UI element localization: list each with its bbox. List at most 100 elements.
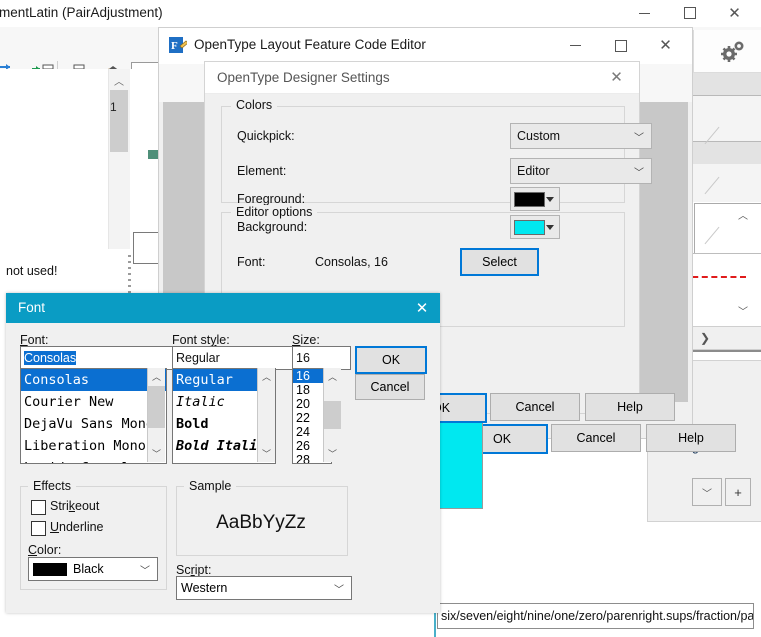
font-style-scrollbar[interactable]: ︿ ﹀ <box>257 368 275 462</box>
font-name-value: Consolas <box>24 351 77 365</box>
scroll-up-icon[interactable]: ︿ <box>324 368 341 385</box>
foreground-label: Foreground: <box>237 192 306 206</box>
right-dropdown[interactable]: ﹀ <box>692 478 722 506</box>
scrollbar-thumb[interactable] <box>324 401 341 429</box>
sample-preview-text: AaBbYyZz <box>216 512 306 533</box>
foreground-color-button[interactable] <box>510 187 560 211</box>
close-icon: ✕ <box>415 299 429 317</box>
font-list[interactable]: Consolas Courier New DejaVu Sans Mono Li… <box>20 368 167 464</box>
font-dialog-cancel-button[interactable]: Cancel <box>355 374 425 400</box>
app-minimize-button[interactable] <box>622 0 667 26</box>
color-dropdown[interactable]: Black ﹀ <box>28 557 158 581</box>
effects-group-label: Effects <box>28 479 76 493</box>
font-list-scrollbar[interactable]: ︿ ﹀ <box>147 368 165 462</box>
code-editor-cancel-button[interactable]: Cancel <box>551 424 641 452</box>
element-value: Editor <box>517 164 550 178</box>
close-icon: ✕ <box>659 36 672 54</box>
editor-font-label: Font: <box>237 255 266 269</box>
foreground-color-swatch <box>514 191 545 207</box>
code-editor-title-bar: F OpenType Layout Feature Code Editor ✕ <box>159 28 692 64</box>
list-item[interactable]: Liberation Mono <box>21 435 166 457</box>
scrollbar-thumb[interactable] <box>148 386 165 428</box>
color-swatch <box>33 562 67 576</box>
app-close-button[interactable]: ✕ <box>712 0 757 26</box>
script-label: Script: <box>176 563 212 577</box>
code-editor-minimize-button[interactable] <box>553 28 598 63</box>
svg-text:F: F <box>171 40 178 52</box>
font-name-input[interactable]: Consolas <box>20 346 187 370</box>
minimize-icon <box>639 12 650 14</box>
chevron-down-icon <box>546 196 554 202</box>
scroll-up-icon[interactable]: ︿ <box>258 368 275 385</box>
chevron-down-icon: ﹀ <box>140 565 150 577</box>
code-editor-help-button[interactable]: Help <box>646 424 736 452</box>
script-value: Western <box>181 581 228 595</box>
scroll-up-icon[interactable]: ︿ <box>110 72 128 88</box>
font-dialog-title: Font <box>18 300 46 315</box>
not-used-label: not used! <box>6 264 58 278</box>
font-size-label: Size: <box>292 333 320 347</box>
scroll-down-icon[interactable]: ﹀ <box>324 445 341 462</box>
list-item[interactable]: DejaVu Sans Mono <box>21 413 166 435</box>
code-editor-title: OpenType Layout Feature Code Editor <box>194 37 426 52</box>
scroll-down-icon[interactable]: ﹀ <box>258 445 275 462</box>
maximize-icon <box>614 39 627 52</box>
list-item[interactable]: Lucida Console <box>21 457 166 463</box>
scroll-down-icon[interactable]: ﹀ <box>148 445 165 462</box>
quickpick-label: Quickpick: <box>237 129 295 143</box>
right-toolbar-row-1 <box>693 73 761 96</box>
select-font-button[interactable]: Select <box>460 248 539 276</box>
font-dialog-ok-button[interactable]: OK <box>355 346 427 374</box>
add-button[interactable]: + <box>725 478 751 506</box>
font-dialog-close-button[interactable]: ✕ <box>404 293 440 323</box>
settings-cancel-button[interactable]: Cancel <box>490 393 580 421</box>
color-label: Color: <box>28 543 62 557</box>
font-size-input[interactable]: 16 <box>292 346 351 370</box>
colors-group <box>221 106 625 203</box>
close-icon: ✕ <box>728 3 741 22</box>
quickpick-dropdown[interactable]: Custom ﹀ <box>510 123 652 149</box>
chevron-down-icon: ﹀ <box>334 584 344 596</box>
app-title-bar: justmentLatin (PairAdjustment) ✕ <box>0 0 761 27</box>
preview-scroll-down-icon[interactable]: ﹀ <box>733 302 753 318</box>
font-dialog-title-bar <box>6 293 440 323</box>
strikeout-label: Strikeout <box>50 499 100 513</box>
element-dropdown[interactable]: Editor ﹀ <box>510 158 652 184</box>
font-style-label: Font style: <box>172 333 230 347</box>
chevron-down-icon: ﹀ <box>634 132 644 144</box>
quickpick-value: Custom <box>517 129 561 143</box>
glyph-sequence-field[interactable]: six/seven/eight/nine/one/zero/parenright… <box>437 603 754 629</box>
gear-icon[interactable] <box>718 38 748 67</box>
font-style-input[interactable]: Regular <box>172 346 295 370</box>
strikeout-checkbox[interactable] <box>31 500 46 515</box>
underline-checkbox[interactable] <box>31 521 46 536</box>
font-field-label: Font: <box>20 333 49 347</box>
maximize-icon <box>683 7 696 19</box>
color-value: Black <box>73 562 104 576</box>
list-item[interactable]: Consolas <box>21 369 166 391</box>
app-maximize-button[interactable] <box>667 0 712 26</box>
close-icon: ✕ <box>610 68 623 86</box>
script-dropdown[interactable]: Western ﹀ <box>176 576 352 600</box>
feature-file-icon: F <box>169 37 189 55</box>
editor-font-value: Consolas, 16 <box>315 255 388 269</box>
element-label: Element: <box>237 164 287 178</box>
chevron-down-icon: ﹀ <box>634 167 644 179</box>
minimize-icon <box>570 45 581 46</box>
underline-label: Underline <box>50 520 104 534</box>
settings-help-button[interactable]: Help <box>585 393 675 421</box>
editor-options-group-label: Editor options <box>231 205 318 219</box>
app-title: justmentLatin (PairAdjustment) <box>0 5 163 20</box>
code-editor-close-button[interactable]: ✕ <box>643 28 688 63</box>
bg-line-number: 1 <box>110 100 117 114</box>
settings-title-bar: OpenType Designer Settings <box>205 62 639 94</box>
font-size-scrollbar[interactable]: ︿ ﹀ <box>323 368 341 462</box>
list-item[interactable]: Courier New <box>21 391 166 413</box>
settings-title: OpenType Designer Settings <box>217 70 390 85</box>
sample-group-label: Sample <box>184 479 237 493</box>
scroll-up-icon[interactable]: ︿ <box>148 368 165 385</box>
right-gear-panel <box>693 30 761 73</box>
settings-close-button[interactable]: ✕ <box>594 62 639 92</box>
code-editor-maximize-button[interactable] <box>598 28 643 63</box>
colors-group-label: Colors <box>231 98 278 112</box>
